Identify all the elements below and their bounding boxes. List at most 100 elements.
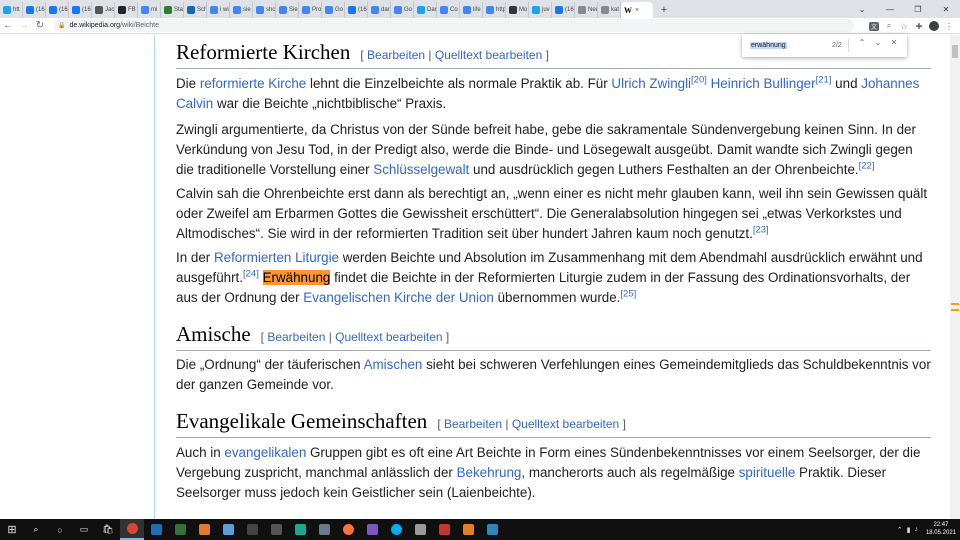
ref-22[interactable]: [22]	[859, 161, 875, 172]
link-reformierte-kirche[interactable]: reformierte Kirche	[200, 76, 306, 91]
link-heinrich-bullinger[interactable]: Heinrich Bullinger	[711, 76, 816, 91]
avatar[interactable]	[929, 21, 939, 31]
link-evangelische-kirche-der-union[interactable]: Evangelischen Kirche der Union	[303, 290, 494, 305]
browser-tab[interactable]: Neuer	[575, 2, 598, 18]
link-bekehrung[interactable]: Bekehrung	[457, 465, 522, 480]
cortana-icon[interactable]: ○	[48, 519, 72, 540]
windows-start-icon[interactable]: ⊞	[0, 519, 24, 540]
bookmark-star-icon[interactable]: ☆	[899, 22, 909, 31]
source-edit-link[interactable]: Quelltext bearbeiten	[335, 330, 442, 344]
minimize-icon[interactable]: —	[876, 0, 904, 18]
close-tab-icon[interactable]: ×	[635, 7, 639, 14]
chevron-up-icon[interactable]: ⌃	[897, 526, 903, 534]
new-tab-button[interactable]: +	[657, 2, 671, 18]
link-spirituelle[interactable]: spirituelle	[739, 465, 796, 480]
browser-tab[interactable]: FB	[115, 2, 138, 18]
close-window-icon[interactable]: ✕	[932, 0, 960, 18]
ref-25[interactable]: [25]	[620, 289, 636, 300]
ref-21[interactable]: [21]	[816, 75, 832, 86]
edit-link[interactable]: Bearbeiten	[267, 330, 325, 344]
source-edit-link[interactable]: Quelltext bearbeiten	[435, 48, 542, 62]
browser-tab[interactable]: juv	[529, 2, 552, 18]
browser-tab[interactable]: mi	[138, 2, 161, 18]
source-edit-link[interactable]: Quelltext bearbeiten	[512, 417, 619, 431]
tab-label: http	[496, 7, 506, 13]
edit-link[interactable]: Bearbeiten	[444, 417, 502, 431]
link-ulrich-zwingli[interactable]: Ulrich Zwingli	[611, 76, 691, 91]
network-icon[interactable]: ▮	[907, 526, 911, 534]
skype-icon[interactable]	[384, 519, 408, 540]
ref-23[interactable]: [23]	[753, 225, 769, 236]
app-icon[interactable]	[312, 519, 336, 540]
browser-tab[interactable]: Pro	[299, 2, 322, 18]
browser-tab[interactable]: (16	[345, 2, 368, 18]
link-amischen[interactable]: Amischen	[364, 357, 423, 372]
browser-tab[interactable]: i wi	[207, 2, 230, 18]
app-icon[interactable]	[360, 519, 384, 540]
find-input[interactable]: erwähnung	[750, 42, 787, 49]
browser-tab[interactable]: http	[483, 2, 506, 18]
tab-label: sho	[266, 7, 276, 13]
browser-tab[interactable]: sho	[253, 2, 276, 18]
menu-icon[interactable]: ⋮	[944, 22, 954, 31]
app-icon[interactable]	[408, 519, 432, 540]
back-icon[interactable]: ←	[0, 18, 16, 34]
browser-tab[interactable]: Mo	[506, 2, 529, 18]
store-icon[interactable]: 🛍	[96, 519, 120, 540]
link-evangelikalen[interactable]: evangelikalen	[224, 445, 306, 460]
search-icon[interactable]: ⌕	[24, 519, 48, 540]
clock[interactable]: 22:47 18.05.2021	[926, 521, 956, 537]
firefox-icon[interactable]	[336, 519, 360, 540]
forward-icon[interactable]: →	[16, 18, 32, 34]
browser-tab[interactable]: Go	[391, 2, 414, 18]
app-icon[interactable]	[192, 519, 216, 540]
browser-tab[interactable]: Sta	[161, 2, 184, 18]
app-icon[interactable]	[144, 519, 168, 540]
chevron-down-icon[interactable]: ⌄	[848, 0, 876, 18]
browser-tab[interactable]: (16	[552, 2, 575, 18]
chevron-down-icon[interactable]: ⌄	[872, 38, 884, 47]
chrome-icon[interactable]	[120, 519, 144, 540]
app-icon[interactable]	[216, 519, 240, 540]
tab-label: (16	[565, 7, 574, 13]
link-reformierte-liturgie[interactable]: Reformierten Liturgie	[214, 250, 339, 265]
extensions-icon[interactable]: ✚	[914, 22, 924, 31]
app-icon[interactable]	[480, 519, 504, 540]
browser-tab[interactable]: dar	[368, 2, 391, 18]
app-icon[interactable]	[456, 519, 480, 540]
reload-icon[interactable]: ↻	[32, 18, 48, 34]
browser-tab[interactable]: Co	[437, 2, 460, 18]
chevron-up-icon[interactable]: ⌃	[856, 38, 868, 47]
browser-tab[interactable]: (16	[23, 2, 46, 18]
app-icon[interactable]	[264, 519, 288, 540]
search-icon[interactable]: ⌕	[884, 21, 894, 31]
browser-tab[interactable]: Sch	[184, 2, 207, 18]
address-bar[interactable]: 🔒 de.wikipedia.org /wiki/Beichte	[54, 19, 854, 32]
browser-tab[interactable]: Go	[322, 2, 345, 18]
edit-link[interactable]: Bearbeiten	[367, 48, 425, 62]
browser-tab[interactable]: htt	[0, 2, 23, 18]
browser-tab[interactable]: (16	[69, 2, 92, 18]
ref-20[interactable]: [20]	[691, 75, 707, 86]
browser-tab[interactable]: (16	[46, 2, 69, 18]
browser-tab[interactable]: sie	[230, 2, 253, 18]
maximize-icon[interactable]: ❐	[904, 0, 932, 18]
scrollbar-thumb[interactable]	[952, 45, 958, 58]
browser-tab[interactable]: life	[460, 2, 483, 18]
link-schluesselgewalt[interactable]: Schlüsselgewalt	[373, 162, 469, 177]
app-icon[interactable]	[432, 519, 456, 540]
translate-icon[interactable]: 文	[869, 21, 879, 31]
task-view-icon[interactable]: ▭	[72, 519, 96, 540]
volume-icon[interactable]: ♪	[915, 526, 919, 533]
browser-tab[interactable]: Sie	[276, 2, 299, 18]
close-icon[interactable]: ✕	[888, 38, 900, 47]
browser-tab[interactable]: kat	[598, 2, 621, 18]
browser-tab[interactable]: Jac	[92, 2, 115, 18]
app-icon[interactable]	[168, 519, 192, 540]
ref-24[interactable]: [24]	[243, 269, 259, 280]
app-icon[interactable]	[288, 519, 312, 540]
app-icon[interactable]	[240, 519, 264, 540]
page-scrollbar[interactable]	[950, 35, 960, 519]
browser-tab[interactable]: Dar	[414, 2, 437, 18]
active-tab[interactable]: W W ×	[621, 2, 653, 18]
